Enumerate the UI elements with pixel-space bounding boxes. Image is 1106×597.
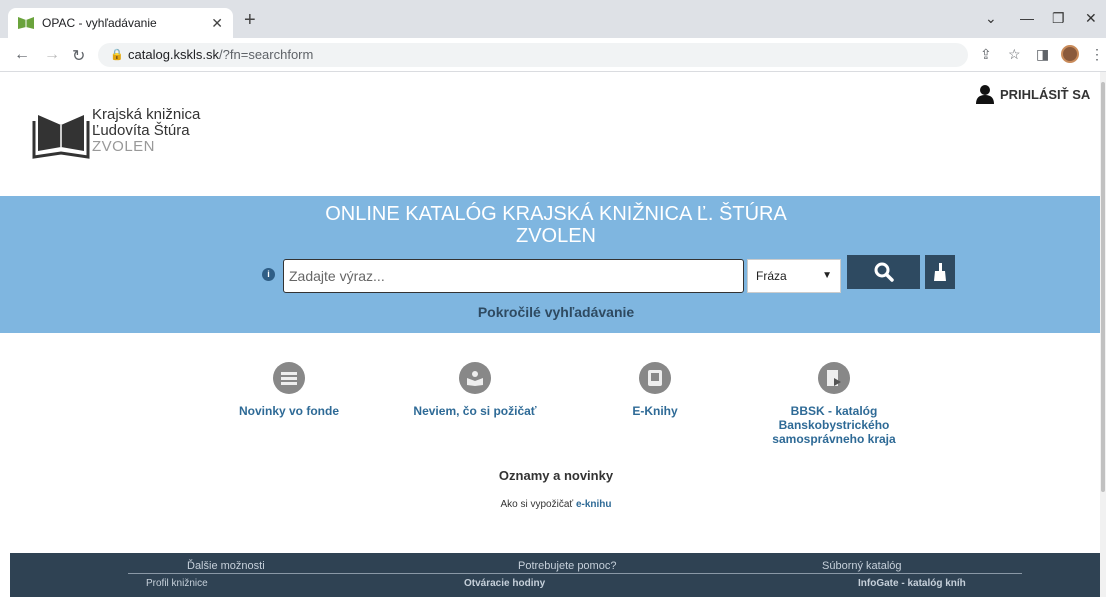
- search-input[interactable]: [283, 259, 744, 293]
- search-banner: ONLINE KATALÓG KRAJSKÁ KNIŽNICA Ľ. ŠTÚRA…: [0, 196, 1100, 333]
- new-tab-icon[interactable]: +: [244, 10, 256, 30]
- quick-link-label: Novinky vo fonde: [238, 404, 339, 418]
- share-icon[interactable]: ⇪: [980, 46, 992, 63]
- page-scrollbar[interactable]: [1100, 72, 1106, 597]
- logo-text: Krajská knižnica Ľudovíta Štúra ZVOLEN: [92, 107, 252, 155]
- close-window-icon[interactable]: ✕: [1085, 10, 1097, 27]
- profile-avatar[interactable]: [1061, 45, 1079, 63]
- reader-icon: [459, 362, 491, 394]
- quick-link-label: Neviem, čo si požičať: [413, 404, 537, 418]
- quick-link-new-items[interactable]: Novinky vo fonde: [233, 362, 345, 418]
- clear-search-button[interactable]: [925, 255, 955, 289]
- catalog-title: ONLINE KATALÓG KRAJSKÁ KNIŽNICA Ľ. ŠTÚRA…: [300, 203, 812, 247]
- footer-opening-hours[interactable]: Otváracie hodiny: [464, 578, 545, 589]
- person-icon: [976, 85, 994, 104]
- side-panel-icon[interactable]: ◨: [1036, 46, 1049, 63]
- logo-line-3: ZVOLEN: [92, 138, 156, 155]
- tab-search-icon[interactable]: ⌄: [985, 10, 997, 27]
- footer: Ďalšie možnosti Potrebujete pomoc? Súbor…: [10, 553, 1100, 597]
- close-tab-icon[interactable]: ✕: [211, 15, 223, 32]
- news-title: Oznamy a novinky: [498, 468, 614, 483]
- logo-line-1: Krajská knižnica: [92, 106, 201, 123]
- scrollbar-thumb[interactable]: [1101, 82, 1105, 492]
- footer-divider: [128, 573, 1022, 574]
- ebook-icon: [639, 362, 671, 394]
- news-text-prefix: Ako si vypožičať: [500, 499, 574, 510]
- footer-help[interactable]: Potrebujete pomoc?: [518, 560, 616, 572]
- book-favicon-icon: [18, 17, 34, 29]
- search-mode-value: Fráza: [756, 269, 787, 283]
- search-icon: [874, 262, 894, 282]
- url-host: catalog.kskls.sk: [128, 47, 220, 62]
- url-field[interactable]: 🔒 catalog.kskls.sk/?fn=searchform: [98, 43, 968, 67]
- forward-icon[interactable]: →: [44, 46, 60, 64]
- reload-icon[interactable]: ↻: [72, 46, 85, 66]
- footer-infogate[interactable]: InfoGate - katalóg kníh: [858, 578, 966, 589]
- news-text: Ako si vypožičať e-knihu: [0, 499, 1100, 510]
- quick-link-ebooks[interactable]: E-Knihy: [621, 362, 689, 418]
- quick-link-label: BBSK - katalóg Banskobystrického samospr…: [772, 404, 896, 446]
- browser-tabbar: OPAC - vyhľadávanie ✕ + ⌄ — ❐ ✕: [0, 0, 1106, 38]
- url-path: /?fn=searchform: [219, 47, 314, 62]
- info-icon[interactable]: i: [262, 268, 275, 281]
- restore-icon[interactable]: ❐: [1052, 10, 1065, 27]
- footer-library-profile[interactable]: Profil knižnice: [146, 578, 208, 589]
- catalog-title-line-1: ONLINE KATALÓG KRAJSKÁ KNIŽNICA Ľ. ŠTÚRA: [325, 203, 787, 225]
- minimize-icon[interactable]: —: [1020, 10, 1034, 26]
- open-book-logo-icon: [32, 115, 90, 159]
- advanced-search-link[interactable]: Pokročilé vyhľadávanie: [0, 304, 1100, 320]
- search-button[interactable]: [847, 255, 920, 289]
- quick-link-recommendation[interactable]: Neviem, čo si požičať: [402, 362, 548, 418]
- page-content: Krajská knižnica Ľudovíta Štúra ZVOLEN P…: [0, 72, 1100, 597]
- search-mode-select[interactable]: Fráza ▼: [747, 259, 841, 293]
- books-icon: [273, 362, 305, 394]
- browser-tab[interactable]: OPAC - vyhľadávanie ✕: [8, 8, 233, 38]
- login-link[interactable]: PRIHLÁSIŤ SA: [976, 84, 1090, 104]
- catalog-icon: [818, 362, 850, 394]
- catalog-title-line-2: ZVOLEN: [515, 225, 597, 247]
- address-bar-row: ← → ↻ 🔒 catalog.kskls.sk/?fn=searchform …: [0, 38, 1106, 72]
- ebook-link[interactable]: e-knihu: [576, 499, 612, 510]
- footer-more-options[interactable]: Ďalšie možnosti: [187, 560, 265, 572]
- bookmark-star-icon[interactable]: ☆: [1008, 46, 1021, 63]
- footer-union-catalog[interactable]: Súborný katalóg: [822, 560, 902, 572]
- logo-line-2: Ľudovíta Štúra: [92, 122, 190, 139]
- login-label: PRIHLÁSIŤ SA: [1000, 86, 1091, 102]
- quick-link-bbsk-catalog[interactable]: BBSK - katalóg Banskobystrického samospr…: [748, 362, 920, 446]
- menu-icon[interactable]: ⋮: [1090, 46, 1104, 63]
- quick-link-label: E-Knihy: [632, 404, 678, 418]
- broom-icon: [934, 263, 946, 281]
- tab-title: OPAC - vyhľadávanie: [42, 16, 157, 30]
- lock-icon: 🔒: [110, 49, 124, 61]
- chevron-down-icon: ▼: [822, 270, 832, 281]
- back-icon[interactable]: ←: [14, 46, 30, 64]
